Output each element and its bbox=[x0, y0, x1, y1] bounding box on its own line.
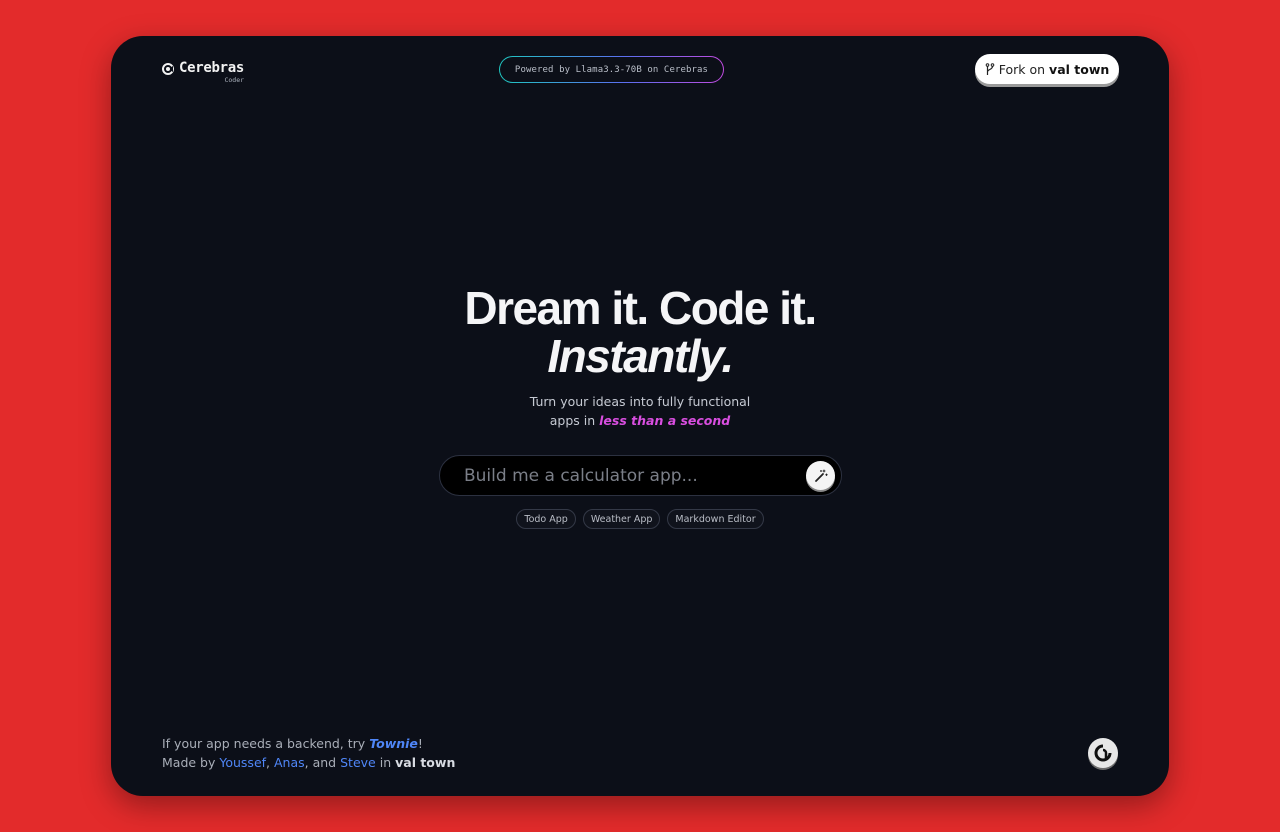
brand-name: Cerebras bbox=[179, 60, 245, 76]
footer: If your app needs a backend, try Townie!… bbox=[162, 736, 456, 770]
footer-exclamation: ! bbox=[417, 736, 423, 751]
fork-on-val-town-button[interactable]: Fork on val town bbox=[975, 54, 1119, 84]
cerebras-logo-icon bbox=[162, 63, 174, 75]
powered-by-badge: Powered by Llama3.3-70B on Cerebras bbox=[499, 56, 724, 83]
magic-wand-icon bbox=[814, 469, 828, 482]
subtitle-line-2-prefix: apps in bbox=[549, 413, 596, 428]
fork-icon bbox=[985, 62, 995, 75]
footer-made-by: Made by bbox=[162, 755, 216, 770]
footer-backend-text: If your app needs a backend, try bbox=[162, 736, 366, 751]
app-window: Cerebras Coder Powered by Llama3.3-70B o… bbox=[111, 36, 1169, 796]
val-town-logo-text: val town bbox=[1049, 61, 1110, 77]
suggestion-chip-todo-app[interactable]: Todo App bbox=[516, 509, 576, 529]
footer-val-town-logo[interactable]: val town bbox=[395, 755, 455, 770]
fork-label: Fork on bbox=[998, 61, 1046, 77]
powered-by-text: Powered by Llama3.3-70B on Cerebras bbox=[500, 57, 723, 82]
footer-in: in bbox=[379, 755, 392, 770]
generate-button[interactable] bbox=[806, 461, 835, 490]
prompt-bar bbox=[439, 455, 842, 496]
prompt-input[interactable] bbox=[464, 456, 794, 495]
suggestion-chip-weather-app[interactable]: Weather App bbox=[582, 509, 661, 529]
author-link-youssef[interactable]: Youssef bbox=[219, 755, 266, 770]
subtitle-line-1: Turn your ideas into fully functional bbox=[529, 394, 751, 409]
author-link-anas[interactable]: Anas bbox=[274, 755, 305, 770]
hero-subtitle: Turn your ideas into fully functional ap… bbox=[111, 392, 1169, 430]
hero-title: Dream it. Code it. Instantly. bbox=[111, 284, 1169, 380]
subtitle-accent: less than a second bbox=[599, 413, 731, 428]
suggestion-chip-markdown-editor[interactable]: Markdown Editor bbox=[667, 509, 764, 529]
cerebras-corner-badge[interactable] bbox=[1088, 738, 1118, 768]
cerebras-mark-icon bbox=[1094, 744, 1112, 762]
suggestion-chips: Todo App Weather App Markdown Editor bbox=[111, 509, 1169, 529]
brand-subtitle: Coder bbox=[224, 76, 245, 84]
cerebras-logo[interactable]: Cerebras Coder bbox=[162, 60, 244, 84]
hero-line-1: Dream it. Code it. bbox=[464, 282, 817, 334]
hero-line-2: Instantly. bbox=[547, 330, 734, 382]
footer-and: , and bbox=[304, 755, 337, 770]
author-link-steve[interactable]: Steve bbox=[340, 755, 376, 770]
townie-link[interactable]: Townie bbox=[369, 736, 418, 751]
